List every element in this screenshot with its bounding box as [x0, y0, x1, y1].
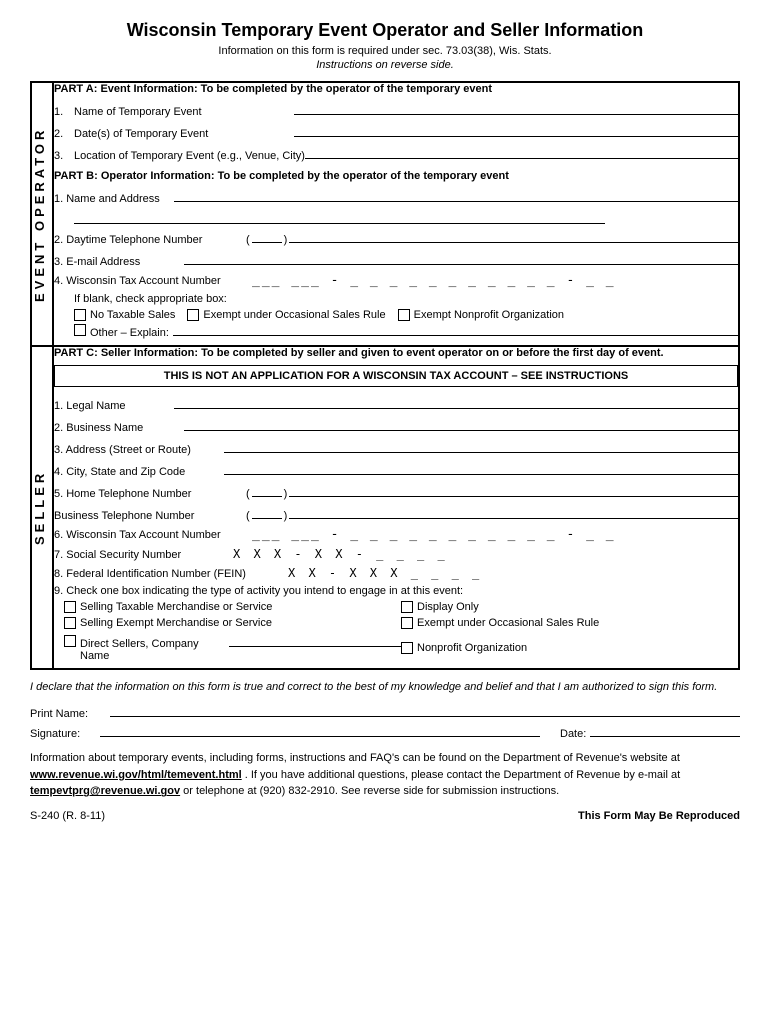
- operator-phone-number[interactable]: [289, 229, 738, 243]
- other-explain-input[interactable]: [173, 335, 738, 336]
- fein-row: 8. Federal Identification Number (FEIN) …: [54, 566, 738, 580]
- seller-label: SELLER: [31, 346, 53, 669]
- event-name-input[interactable]: [294, 101, 738, 115]
- legal-name-row: 1. Legal Name: [54, 395, 738, 412]
- direct-sellers-row: Direct Sellers, Company Name: [64, 633, 401, 662]
- city-state-zip-row: 4. City, State and Zip Code: [54, 461, 738, 478]
- event-operator-label: EVENT OPERATOR: [31, 82, 53, 346]
- no-taxable-sales-checkbox[interactable]: No Taxable Sales: [74, 309, 175, 321]
- email-link[interactable]: tempevtprg@revenue.wi.gov: [30, 785, 180, 797]
- reproduce-label: This Form May Be Reproduced: [578, 810, 740, 822]
- home-phone-area[interactable]: [252, 496, 282, 497]
- event-location-row: 3. Location of Temporary Event (e.g., Ve…: [54, 145, 738, 162]
- signature-date-row: Signature: Date:: [30, 728, 740, 740]
- operator-phone-row: 2. Daytime Telephone Number ( ): [54, 229, 738, 246]
- page-title: Wisconsin Temporary Event Operator and S…: [30, 20, 740, 41]
- operator-email-input[interactable]: [184, 251, 738, 265]
- biz-phone-area[interactable]: [252, 518, 282, 519]
- city-state-zip-input[interactable]: [224, 461, 738, 475]
- subtitle: Information on this form is required und…: [30, 45, 740, 57]
- ssn-row: 7. Social Security Number X X X - X X - …: [54, 547, 738, 561]
- exempt-nonprofit-checkbox[interactable]: Exempt Nonprofit Organization: [398, 309, 564, 321]
- declaration-text: I declare that the information on this f…: [30, 680, 740, 695]
- biz-phone-row: Business Telephone Number ( ): [54, 505, 738, 522]
- date-input[interactable]: [590, 736, 740, 737]
- subtitle-italic: Instructions on reverse side.: [30, 59, 740, 71]
- operator-name-input[interactable]: [174, 188, 738, 202]
- website-link[interactable]: www.revenue.wi.gov/html/temevent.html: [30, 769, 242, 781]
- display-only-checkbox[interactable]: Display Only: [401, 601, 738, 613]
- operator-address-line1[interactable]: [74, 210, 605, 224]
- event-name-row: 1. Name of Temporary Event: [54, 101, 738, 118]
- operator-phone-area[interactable]: [252, 242, 282, 243]
- form-footer: S-240 (R. 8-11) This Form May Be Reprodu…: [30, 810, 740, 822]
- nonprofit-org-checkbox[interactable]: Nonprofit Organization: [401, 633, 738, 662]
- exempt-merchandise-checkbox[interactable]: Selling Exempt Merchandise or Service: [64, 617, 401, 629]
- operator-tax-row: 4. Wisconsin Tax Account Number ___ ___ …: [54, 273, 738, 288]
- taxable-merchandise-checkbox[interactable]: Selling Taxable Merchandise or Service: [64, 601, 401, 613]
- other-explain-checkbox[interactable]: [74, 324, 86, 336]
- signature-section: I declare that the information on this f…: [30, 680, 740, 740]
- operator-checkboxes: No Taxable Sales Exempt under Occasional…: [74, 309, 738, 321]
- signature-input[interactable]: [100, 736, 540, 737]
- direct-sellers-input[interactable]: [229, 633, 401, 647]
- other-explain-row: Other – Explain:: [74, 324, 738, 339]
- home-phone-row: 5. Home Telephone Number ( ): [54, 483, 738, 500]
- print-name-input[interactable]: [110, 703, 740, 717]
- form-number: S-240 (R. 8-11): [30, 810, 105, 822]
- activity-section: 9. Check one box indicating the type of …: [54, 585, 738, 662]
- seller-notice: THIS IS NOT AN APPLICATION FOR A WISCONS…: [54, 365, 738, 387]
- operator-email-row: 3. E-mail Address: [54, 251, 738, 268]
- event-dates-row: 2. Date(s) of Temporary Event: [54, 123, 738, 140]
- exempt-occasional-checkbox[interactable]: Exempt under Occasional Sales Rule: [187, 309, 385, 321]
- address-row: 3. Address (Street or Route): [54, 439, 738, 456]
- home-phone-number[interactable]: [289, 483, 738, 497]
- legal-name-input[interactable]: [174, 395, 738, 409]
- seller-tax-row: 6. Wisconsin Tax Account Number ___ ___ …: [54, 527, 738, 542]
- event-location-input[interactable]: [305, 145, 738, 159]
- exempt-occasional-seller-checkbox[interactable]: Exempt under Occasional Sales Rule: [401, 617, 738, 629]
- event-dates-input[interactable]: [294, 123, 738, 137]
- business-name-row: 2. Business Name: [54, 417, 738, 434]
- print-name-row: Print Name:: [30, 703, 740, 720]
- operator-name-address-row: 1. Name and Address: [54, 188, 738, 205]
- business-name-input[interactable]: [184, 417, 738, 431]
- biz-phone-number[interactable]: [289, 505, 738, 519]
- address-input[interactable]: [224, 439, 738, 453]
- direct-sellers-checkbox[interactable]: [64, 635, 76, 647]
- part-b-header: PART B: Operator Information: To be comp…: [54, 170, 738, 182]
- footer-info: Information about temporary events, incl…: [30, 750, 740, 800]
- part-c-header: PART C: Seller Information: To be comple…: [54, 347, 738, 359]
- part-a-header: PART A: Event Information: To be complet…: [54, 83, 738, 95]
